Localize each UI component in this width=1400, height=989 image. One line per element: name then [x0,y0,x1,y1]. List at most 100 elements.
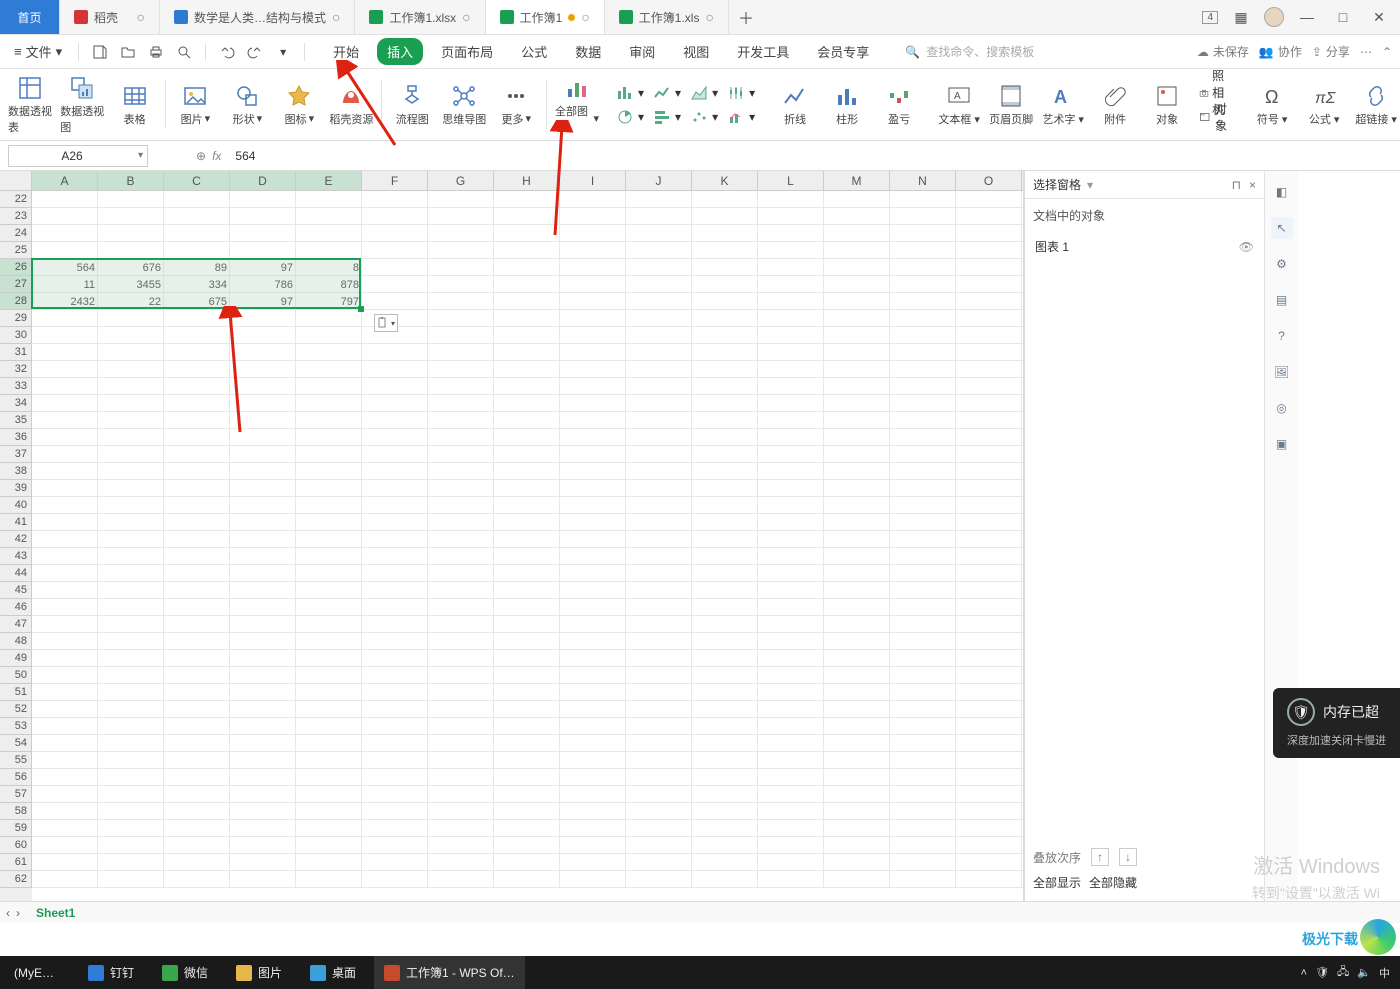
row-header-32[interactable]: 32 [0,361,32,378]
minimize-button[interactable]: — [1294,9,1320,25]
ribbon-tab-视图[interactable]: 视图 [673,38,719,65]
ribbon-超链接-button[interactable]: 超链接 ▾ [1350,73,1400,137]
cells-area[interactable]: 5646768997811345533478687824322267597797 [32,191,1023,901]
name-box[interactable]: A26 [8,145,148,167]
row-header-55[interactable]: 55 [0,752,32,769]
line-chart-icon[interactable]: ▾ [650,83,685,103]
tray-shield-icon[interactable]: 🛡 [1315,966,1329,979]
visibility-toggle-icon[interactable]: 👁 [1239,240,1254,254]
ribbon-公式-button[interactable]: πΣ公式 ▾ [1298,73,1350,137]
row-header-60[interactable]: 60 [0,837,32,854]
col-header-J[interactable]: J [626,171,692,190]
ribbon-shape-button[interactable]: 形状 ▾ [221,73,273,137]
row-header-61[interactable]: 61 [0,854,32,871]
rail-select-icon[interactable]: ↖ [1271,217,1293,239]
ribbon-艺术字-button[interactable]: A艺术字 ▾ [1037,73,1089,137]
row-header-44[interactable]: 44 [0,565,32,582]
ribbon-tab-数据[interactable]: 数据 [565,38,611,65]
tab-close-icon[interactable]: ○ [137,9,145,25]
ribbon-mind-button[interactable]: 思维导图 [438,73,490,137]
ribbon-tab-开发工具[interactable]: 开发工具 [727,38,799,65]
ribbon-tab-插入[interactable]: 插入 [377,38,423,65]
taskbar-工作簿1 - WPS Of…[interactable]: 工作簿1 - WPS Of… [374,956,525,989]
ime-indicator[interactable]: 中 [1379,965,1390,981]
doc-tab-4[interactable]: 工作簿1.xls ○ [605,0,729,34]
add-tab-button[interactable]: ＋ [729,0,763,34]
row-header-28[interactable]: 28 [0,293,32,310]
ribbon-页眉页脚-button[interactable]: 页眉页脚 [985,73,1037,137]
more-icon[interactable]: ⋯ [1360,45,1372,59]
rail-template-icon[interactable]: ▤ [1271,289,1293,311]
tab-close-icon[interactable]: ○ [705,9,713,25]
rail-window-icon[interactable]: ▣ [1271,433,1293,455]
taskbar-微信[interactable]: 微信 [152,956,226,989]
tab-close-icon[interactable]: ○ [462,9,470,25]
rail-settings-icon[interactable]: ⚙ [1271,253,1293,275]
ribbon-daoke-button[interactable]: 稻壳资源 [325,73,377,137]
ribbon-tab-公式[interactable]: 公式 [511,38,557,65]
row-header-54[interactable]: 54 [0,735,32,752]
row-header-41[interactable]: 41 [0,514,32,531]
col-header-N[interactable]: N [890,171,956,190]
tab-close-icon[interactable]: ○ [332,9,340,25]
row-header-62[interactable]: 62 [0,871,32,888]
tray-volume-icon[interactable]: 🔈 [1357,966,1371,979]
row-header-27[interactable]: 27 [0,276,32,293]
command-search[interactable]: 🔍 查找命令、搜索模板 [905,43,1034,60]
hbar-chart-icon[interactable]: ▾ [650,107,685,127]
sparkline-盈亏[interactable]: 盈亏 [873,73,925,137]
avatar[interactable] [1264,7,1284,27]
apps-icon[interactable]: ▦ [1228,9,1254,26]
stock-chart-icon[interactable]: ▾ [724,83,759,103]
pin-icon[interactable]: ⊓ [1232,178,1241,192]
select-all-corner[interactable] [0,171,32,190]
scatter-chart-icon[interactable]: ▾ [687,107,722,127]
home-tab[interactable]: 首页 [0,0,60,34]
object-list-item[interactable]: 图表 1 👁 [1025,232,1264,261]
ribbon-pivot-button[interactable]: 数据透视表 [4,73,56,137]
row-header-51[interactable]: 51 [0,684,32,701]
unsaved-indicator[interactable]: ☁ 未保存 [1197,43,1249,60]
row-header-47[interactable]: 47 [0,616,32,633]
taskbar-桌面[interactable]: 桌面 [300,956,374,989]
rail-location-icon[interactable]: ◎ [1271,397,1293,419]
col-header-K[interactable]: K [692,171,758,190]
doc-tab-0[interactable]: 稻壳 ○ [60,0,160,34]
col-header-C[interactable]: C [164,171,230,190]
selection-handle[interactable] [358,306,364,312]
ribbon-tab-页面布局[interactable]: 页面布局 [431,38,503,65]
bar-chart-icon[interactable]: ▾ [613,83,648,103]
memory-toast[interactable]: 🛡 内存已超 深度加速关闭卡慢进 [1273,688,1400,758]
ribbon-table-button[interactable]: 表格 [109,73,161,137]
doc-tab-3[interactable]: 工作簿1 ○ [486,0,605,34]
row-header-57[interactable]: 57 [0,786,32,803]
sparkline-折线[interactable]: 折线 [769,73,821,137]
combo-chart-icon[interactable]: ▾ [724,107,759,127]
ribbon-iconlib-button[interactable]: 图标 ▾ [273,73,325,137]
share-button[interactable]: ⇪ 分享 [1312,43,1350,60]
col-header-B[interactable]: B [98,171,164,190]
row-header-50[interactable]: 50 [0,667,32,684]
row-header-29[interactable]: 29 [0,310,32,327]
row-header-22[interactable]: 22 [0,191,32,208]
row-header-42[interactable]: 42 [0,531,32,548]
prev-sheet-icon[interactable]: › [16,906,20,920]
rail-gallery-icon[interactable]: ◧ [1271,181,1293,203]
ribbon-对象-button[interactable]: 对象 [1141,73,1193,137]
formula-input[interactable]: 564 [221,149,1400,163]
row-header-36[interactable]: 36 [0,429,32,446]
undo-icon[interactable] [216,41,238,63]
close-icon[interactable]: × [1249,178,1256,192]
row-header-38[interactable]: 38 [0,463,32,480]
tab-close-icon[interactable]: ○ [581,9,589,25]
tray-up-icon[interactable]: ˄ [1301,967,1307,979]
paste-options-button[interactable] [374,314,398,332]
tray-network-icon[interactable]: 🖧 [1337,963,1349,982]
col-header-M[interactable]: M [824,171,890,190]
preview-icon[interactable] [173,41,195,63]
pie-chart-icon[interactable]: ▾ [613,107,648,127]
doc-tab-1[interactable]: 数学是人类…结构与模式 ○ [160,0,355,34]
qa-dropdown-icon[interactable]: ▾ [272,41,294,63]
row-header-37[interactable]: 37 [0,446,32,463]
first-sheet-icon[interactable]: ‹ [6,906,10,920]
